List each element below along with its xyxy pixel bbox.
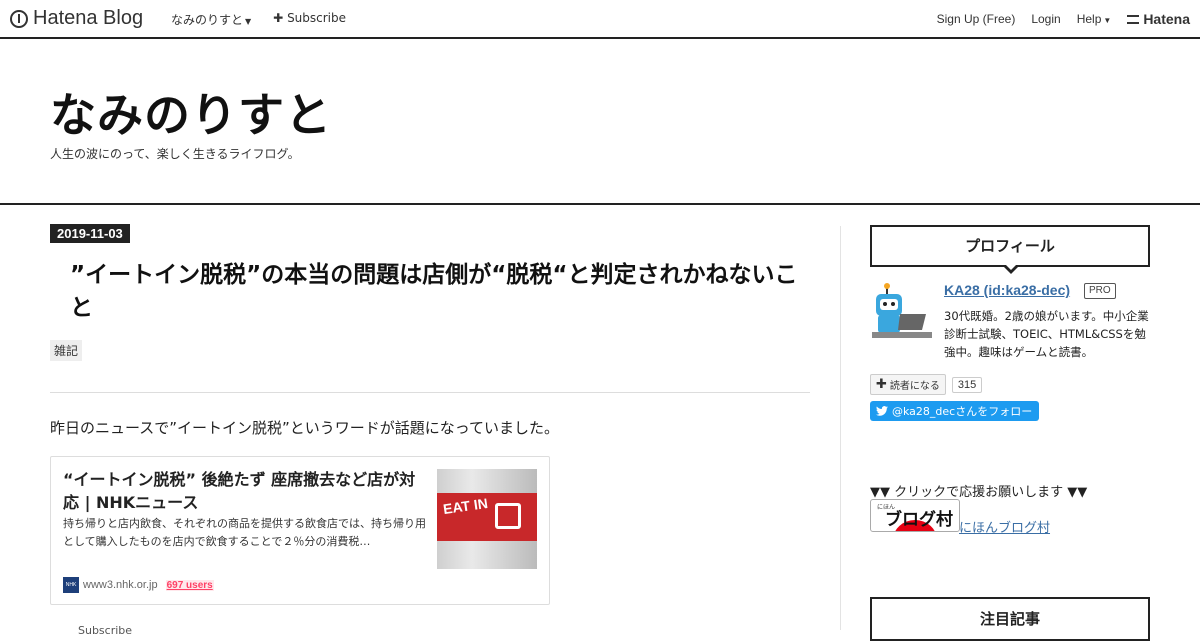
profile-name-link[interactable]: KA28 (id:ka28-dec) (944, 282, 1070, 298)
profile-bio: 30代既婚。2歳の娘がいます。中小企業診断士試験、TOEIC、HTML&CSSを… (944, 309, 1149, 359)
hatena-blog-logo-text: Hatena Blog (33, 7, 144, 29)
global-header: Hatena Blog なみのりすと ▼ ✚ Subscribe Sign Up … (0, 0, 1200, 39)
embed-card-title[interactable]: “イートイン脱税” 後絶たず 座席撤去など店が対応 | NHKニュース (63, 468, 423, 514)
nihon-blogmura-link[interactable]: にほんブログ村 (959, 517, 1050, 536)
blog-menu-dropdown[interactable]: なみのりすと ▼ (171, 11, 251, 28)
featured-heading-box: 注目記事 (870, 597, 1150, 641)
profile-heading-box: プロフィール (870, 225, 1150, 274)
cup-icon (495, 503, 521, 529)
embed-card-source: NHK www3.nhk.or.jp 697 users (63, 577, 214, 593)
hatebu-users-link[interactable]: 697 users (165, 579, 214, 591)
nihon-blogmura-banner[interactable]: にほん ブログ村 (870, 499, 960, 532)
reader-count[interactable]: 315 (951, 376, 983, 393)
heading-arrow-icon (1002, 263, 1020, 274)
entry-paragraph: 昨日のニュースで”イートイン脱税”というワードが話題になっていました。 (50, 419, 560, 437)
embed-card-domain[interactable]: www3.nhk.or.jp (83, 579, 158, 591)
entry-divider (50, 392, 810, 393)
pro-badge[interactable]: PRO (1084, 283, 1116, 299)
hatena-blog-logo[interactable]: Hatena Blog (10, 7, 143, 30)
chevron-down-icon: ▼ (245, 17, 252, 26)
profile-heading: プロフィール (965, 237, 1055, 255)
global-nav-right: Sign Up (Free) Login Help ▼ Hatena (937, 11, 1190, 27)
banner-big-text: ブログ村 (885, 510, 953, 530)
reader-button[interactable]: ✚ 読者になる (870, 374, 946, 395)
featured-heading: 注目記事 (979, 610, 1040, 628)
entry-date[interactable]: 2019-11-03 (50, 224, 130, 243)
embed-card[interactable]: “イートイン脱税” 後絶たず 座席撤去など店が対応 | NHKニュース 持ち帰り… (50, 456, 550, 605)
embed-card-thumbnail[interactable]: EAT IN (437, 469, 537, 569)
blog-description: 人生の波にのって、楽しく生きるライフログ。 (50, 147, 300, 161)
subscribe-widget: ✚ 読者になる 315 (870, 374, 983, 395)
chevron-down-icon: ▼ (1103, 16, 1112, 25)
login-link[interactable]: Login (1031, 12, 1060, 26)
hatena-logo[interactable]: Hatena (1127, 11, 1190, 27)
plus-icon: ✚ (273, 11, 284, 25)
hatena-blog-pen-icon (10, 9, 28, 28)
help-dropdown[interactable]: Help ▼ (1077, 12, 1112, 26)
nhk-favicon-icon: NHK (63, 577, 79, 593)
avatar[interactable] (870, 282, 934, 340)
column-divider (840, 226, 841, 630)
signup-link[interactable]: Sign Up (Free) (937, 12, 1016, 26)
twitter-follow-button[interactable]: @ka28_decさんをフォロー (870, 401, 1040, 421)
blog-title[interactable]: なみのりすと (50, 79, 332, 145)
twitter-bird-icon (876, 406, 888, 416)
subscribe-snippet: Subscribe (78, 624, 133, 637)
plus-icon: ✚ (876, 376, 887, 392)
blog-header: なみのりすと 人生の波にのって、楽しく生きるライフログ。 (0, 39, 1200, 205)
global-nav-left: なみのりすと ▼ ✚ Subscribe (171, 11, 346, 28)
embed-card-description: 持ち帰りと店内飲食、それぞれの商品を提供する飲食店では、持ち帰り用として購入した… (63, 517, 426, 548)
entry-category[interactable]: 雑記 (50, 340, 83, 361)
hatena-mark-icon (1127, 14, 1140, 24)
subscribe-link[interactable]: ✚ Subscribe (273, 11, 346, 28)
support-text: ▼▼ クリックで応援お願いします ▼▼ (870, 485, 1088, 500)
entry-title[interactable]: ”イートイン脱税”の本当の問題は店側が“脱税“と判定されかねないこと (70, 259, 800, 325)
